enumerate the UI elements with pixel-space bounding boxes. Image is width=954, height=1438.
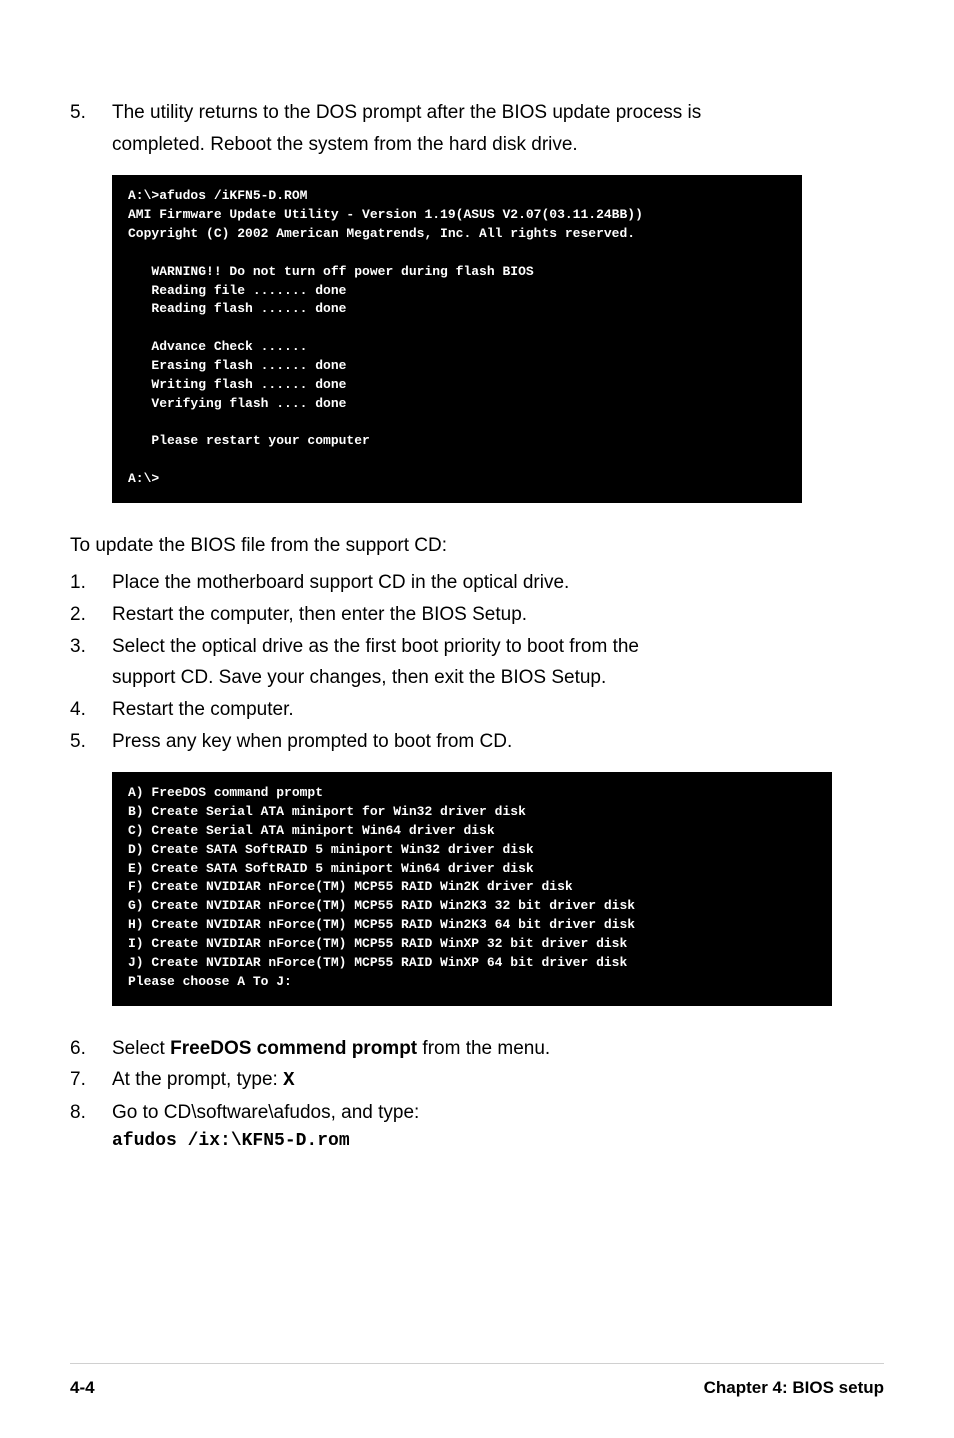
step-text: Restart the computer, then enter the BIO… xyxy=(112,602,884,628)
step-text-mono: X xyxy=(283,1069,294,1091)
step-text: Go to CD\software\afudos, and type: xyxy=(112,1100,884,1126)
footer-page-number: 4-4 xyxy=(70,1378,95,1398)
section-lead: To update the BIOS file from the support… xyxy=(70,533,884,559)
command-line: afudos /ix:\KFN5-D.rom xyxy=(112,1131,884,1151)
step-2: 2. Restart the computer, then enter the … xyxy=(70,602,884,628)
step-text: Select FreeDOS commend prompt from the m… xyxy=(112,1036,884,1062)
terminal-output-1: A:\>afudos /iKFN5-D.ROM AMI Firmware Upd… xyxy=(112,175,802,503)
step-7: 7. At the prompt, type: X xyxy=(70,1067,884,1094)
footer-chapter: Chapter 4: BIOS setup xyxy=(704,1378,884,1398)
step-text: Place the motherboard support CD in the … xyxy=(112,570,884,596)
step-text-part: Select xyxy=(112,1038,170,1059)
step-6: 6. Select FreeDOS commend prompt from th… xyxy=(70,1036,884,1062)
step-number: 8. xyxy=(70,1100,112,1126)
step-5: 5. The utility returns to the DOS prompt… xyxy=(70,100,884,126)
step-number: 2. xyxy=(70,602,112,628)
step-text: Press any key when prompted to boot from… xyxy=(112,729,884,755)
step-number: 5. xyxy=(70,729,112,755)
step-text-part: At the prompt, type: xyxy=(112,1069,283,1090)
step-number: 3. xyxy=(70,634,112,660)
step-text: Restart the computer. xyxy=(112,697,884,723)
step-1: 1. Place the motherboard support CD in t… xyxy=(70,570,884,596)
step-4: 4. Restart the computer. xyxy=(70,697,884,723)
step-number: 7. xyxy=(70,1067,112,1094)
terminal-output-2: A) FreeDOS command prompt B) Create Seri… xyxy=(112,772,832,1005)
step-8: 8. Go to CD\software\afudos, and type: xyxy=(70,1100,884,1126)
document-page: 5. The utility returns to the DOS prompt… xyxy=(0,0,954,1350)
step-text: The utility returns to the DOS prompt af… xyxy=(112,100,884,126)
step-number: 4. xyxy=(70,697,112,723)
step-text-cont: support CD. Save your changes, then exit… xyxy=(70,665,884,691)
step-text-part: from the menu. xyxy=(417,1038,550,1059)
step-text-cont: completed. Reboot the system from the ha… xyxy=(70,132,884,158)
step-text: Select the optical drive as the first bo… xyxy=(112,634,884,660)
step-5b: 5. Press any key when prompted to boot f… xyxy=(70,729,884,755)
step-text: At the prompt, type: X xyxy=(112,1067,884,1094)
page-footer: 4-4 Chapter 4: BIOS setup xyxy=(70,1363,884,1398)
step-number: 1. xyxy=(70,570,112,596)
step-text-bold: FreeDOS commend prompt xyxy=(170,1038,417,1059)
step-3: 3. Select the optical drive as the first… xyxy=(70,634,884,660)
step-number: 5. xyxy=(70,100,112,126)
step-number: 6. xyxy=(70,1036,112,1062)
